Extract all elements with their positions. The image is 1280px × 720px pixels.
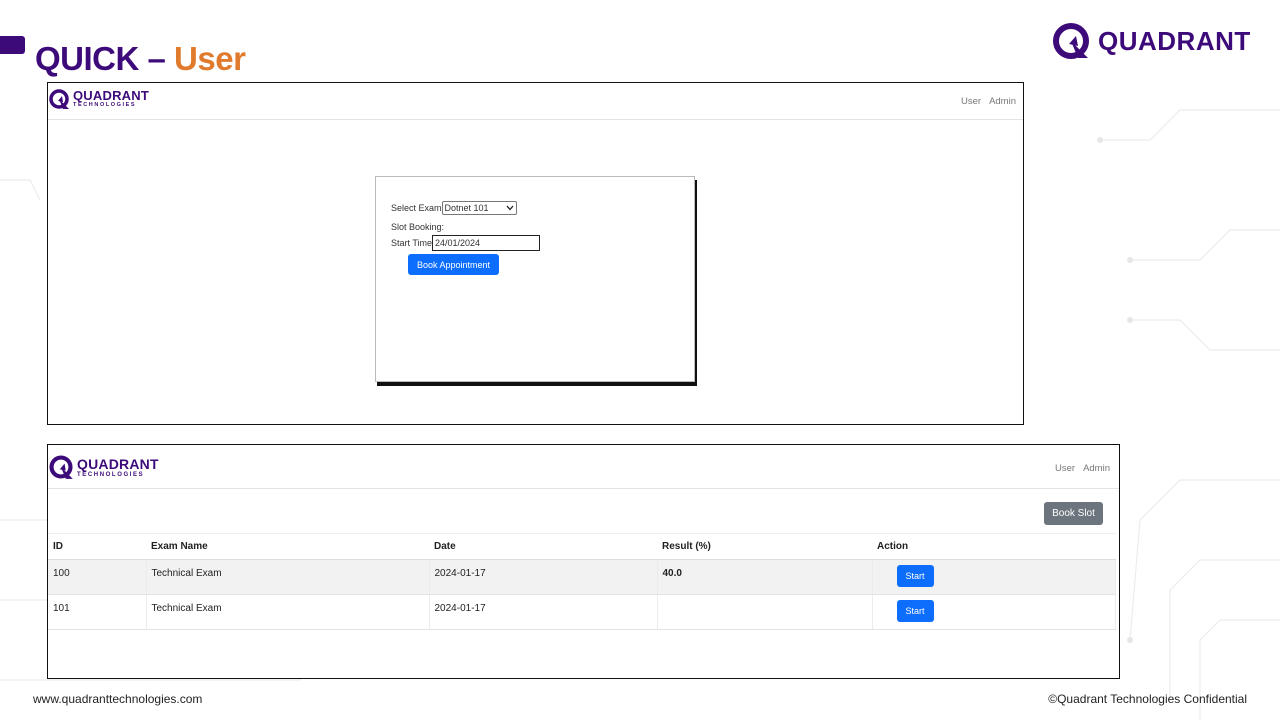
cell-date: 2024-01-17: [429, 594, 658, 630]
app-navbar: QUADRANT TECHNOLOGIES User Admin: [48, 83, 1023, 120]
accent-tab: [0, 36, 25, 54]
nav-admin-link[interactable]: Admin: [1083, 463, 1110, 474]
start-time-value: 24/01/2024: [435, 238, 481, 248]
logo-text: QUADRANT: [73, 88, 149, 104]
slot-booking-row: Slot Booking:: [391, 222, 444, 232]
select-exam-row: Select Exam Dotnet 101: [391, 201, 517, 215]
header-exam-name: Exam Name: [146, 533, 429, 560]
title-part1: QUICK: [35, 40, 139, 77]
app-logo[interactable]: QUADRANT TECHNOLOGIES: [48, 454, 159, 480]
header-action: Action: [872, 533, 1116, 560]
exam-select-value: Dotnet 101: [444, 203, 489, 213]
cell-date: 2024-01-17: [429, 559, 658, 595]
header-result: Result (%): [657, 533, 872, 560]
nav-user-link[interactable]: User: [1055, 463, 1075, 474]
header-id: ID: [48, 533, 146, 560]
book-slot-button[interactable]: Book Slot: [1044, 502, 1103, 525]
cell-exam-name: Technical Exam: [146, 559, 430, 595]
quadrant-logo-icon: [49, 89, 69, 109]
app-logo[interactable]: QUADRANT TECHNOLOGIES: [48, 88, 149, 110]
nav-links: User Admin: [961, 96, 1016, 107]
logo-subtext: TECHNOLOGIES: [77, 471, 145, 478]
quadrant-logo-icon: [49, 455, 73, 479]
footer-confidential: ©Quadrant Technologies Confidential: [1048, 692, 1247, 706]
booking-screenshot: QUADRANT TECHNOLOGIES User Admin Select …: [47, 82, 1024, 425]
select-exam-label: Select Exam: [391, 203, 442, 213]
slot-booking-label: Slot Booking:: [391, 222, 445, 232]
booking-panel: Select Exam Dotnet 101 Slot Booking: Sta…: [375, 176, 695, 382]
book-appointment-button[interactable]: Book Appointment: [408, 254, 499, 275]
nav-user-link[interactable]: User: [961, 96, 981, 107]
nav-links: User Admin: [1055, 463, 1110, 474]
start-button[interactable]: Start: [896, 565, 934, 587]
start-button[interactable]: Start: [896, 600, 934, 622]
brand-logo: QUADRANT: [1052, 22, 1251, 60]
footer-website: www.quadranttechnologies.com: [33, 692, 203, 706]
exams-screenshot: QUADRANT TECHNOLOGIES User Admin Book Sl…: [47, 444, 1120, 679]
cell-action: Start: [872, 559, 1116, 595]
title-part2: User: [174, 40, 246, 77]
app-navbar: QUADRANT TECHNOLOGIES User Admin: [48, 445, 1119, 489]
slide-title: QUICK – User: [35, 40, 246, 78]
cell-exam-name: Technical Exam: [146, 594, 430, 630]
brand-name: QUADRANT: [1098, 25, 1251, 56]
exams-table: ID Exam Name Date Result (%) Action 100 …: [48, 533, 1116, 630]
chevron-down-icon: [506, 205, 514, 211]
logo-text: QUADRANT: [77, 455, 159, 472]
nav-admin-link[interactable]: Admin: [989, 96, 1016, 107]
start-time-input[interactable]: 24/01/2024: [432, 235, 541, 251]
table-row: 101 Technical Exam 2024-01-17 Start: [48, 594, 1116, 630]
cell-result: 40.0: [657, 559, 873, 595]
quadrant-logo-icon: [1053, 23, 1089, 59]
table-row: 100 Technical Exam 2024-01-17 40.0 Start: [48, 559, 1116, 595]
start-time-label: Start Time: [391, 238, 433, 248]
header-date: Date: [429, 533, 657, 560]
logo-subtext: TECHNOLOGIES: [73, 102, 137, 109]
exam-select[interactable]: Dotnet 101: [441, 201, 517, 215]
cell-action: Start: [872, 594, 1116, 630]
cell-id: 100: [48, 559, 147, 595]
cell-id: 101: [48, 594, 147, 630]
start-time-row: Start Time 24/01/2024: [391, 235, 541, 251]
table-header-row: ID Exam Name Date Result (%) Action: [48, 533, 1116, 560]
cell-result: [657, 594, 873, 630]
title-dash: –: [147, 40, 166, 77]
